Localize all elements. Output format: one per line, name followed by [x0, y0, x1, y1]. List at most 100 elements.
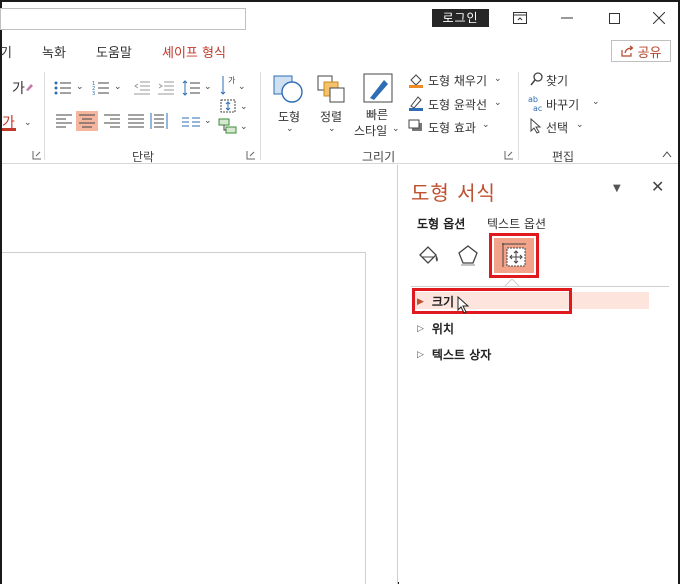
shape-effects-icon[interactable]: [408, 119, 424, 133]
paragraph-group-label: 단락: [132, 150, 155, 164]
shapes-label: 도형: [278, 110, 301, 124]
svg-text:가: 가: [228, 76, 236, 85]
pane-divider: [411, 286, 669, 287]
login-button[interactable]: 로그인: [432, 9, 489, 27]
select-cursor-icon[interactable]: [530, 118, 542, 134]
pane-options-icon[interactable]: ▼: [613, 183, 621, 194]
search-input[interactable]: [0, 8, 246, 30]
mouse-cursor-icon: [457, 296, 470, 314]
numbering-icon[interactable]: 123: [92, 80, 110, 96]
clear-format-icon[interactable]: [24, 82, 34, 92]
bullets-dropdown-icon[interactable]: ⌄: [76, 82, 84, 92]
align-left-icon[interactable]: [56, 114, 72, 128]
smartart-dropdown-icon[interactable]: ⌄: [240, 122, 248, 132]
share-label: 공유: [637, 45, 662, 61]
section-position[interactable]: ▷ 위치: [417, 320, 454, 337]
find-icon[interactable]: [530, 72, 544, 86]
collapse-ribbon-icon[interactable]: [662, 150, 672, 158]
title-bar: 로그인: [0, 2, 678, 34]
shape-fill-label[interactable]: 도형 채우기: [428, 72, 487, 89]
shape-fill-icon[interactable]: [408, 72, 424, 88]
svg-text:ab: ab: [528, 95, 538, 104]
pane-title: 도형 서식: [411, 181, 496, 205]
paragraph-group-launcher-icon[interactable]: [246, 150, 256, 160]
ribbon-display-options-icon[interactable]: [505, 6, 535, 30]
ribbon-tabs: 기 녹화 도움말 셰이프 형식: [0, 36, 678, 66]
increase-indent-icon[interactable]: [158, 80, 174, 96]
size-icon-highlight-frame: [489, 233, 539, 278]
tab-record[interactable]: 녹화: [42, 42, 66, 61]
slide-editor[interactable]: [2, 165, 398, 584]
close-window-icon[interactable]: [644, 6, 674, 30]
shape-effects-label[interactable]: 도형 효과: [428, 119, 476, 136]
section-text-box-label: 텍스트 상자: [431, 348, 492, 362]
columns-icon[interactable]: [182, 116, 200, 128]
replace-dropdown-icon[interactable]: ⌄: [592, 97, 600, 107]
shape-effects-dropdown-icon[interactable]: ⌄: [482, 120, 490, 130]
slide-canvas[interactable]: [2, 252, 366, 584]
effects-pentagon-icon[interactable]: [457, 244, 479, 266]
align-right-icon[interactable]: [104, 114, 120, 128]
columns-dropdown-icon[interactable]: ⌄: [204, 116, 212, 126]
shape-outline-dropdown-icon[interactable]: ⌄: [494, 98, 502, 108]
pane-close-icon[interactable]: ✕: [651, 177, 664, 196]
decrease-indent-icon[interactable]: [134, 80, 150, 96]
quick-styles-icon[interactable]: [362, 72, 394, 104]
tab-partial[interactable]: 기: [0, 42, 12, 61]
app-window: 로그인 기 녹화 도움말 셰이프 형식 공유 가 가 ⌄ ⌄ 1 2 3 ⌄ ⌄…: [0, 0, 680, 584]
ribbon: 가 가 ⌄ ⌄ 123 ⌄ ⌄ 가 ⌄ ⌄ ⌄ ⌄ 단락 도형 ⌄ 정렬 ⌄ 빠…: [2, 66, 678, 164]
tab-shape-format[interactable]: 셰이프 형식: [162, 42, 226, 61]
drawing-group-label: 그리기: [362, 150, 396, 164]
shape-fill-dropdown-icon[interactable]: ⌄: [494, 74, 502, 84]
numbering-dropdown-icon[interactable]: ⌄: [114, 82, 122, 92]
shapes-dropdown-icon[interactable]: ⌄: [286, 124, 294, 134]
align-text-icon[interactable]: [220, 98, 240, 114]
text-direction-icon[interactable]: 가: [220, 74, 238, 96]
smartart-icon[interactable]: [218, 118, 240, 136]
shapes-icon[interactable]: [272, 74, 306, 104]
tab-shape-options[interactable]: 도형 옵션: [417, 215, 465, 232]
tab-text-options[interactable]: 텍스트 옵션: [487, 215, 546, 232]
distributed-icon[interactable]: [150, 112, 168, 130]
drawing-group-launcher-icon[interactable]: [504, 150, 514, 160]
align-text-dropdown-icon[interactable]: ⌄: [240, 102, 248, 112]
align-center-icon[interactable]: [79, 114, 95, 128]
font-glyph-icon[interactable]: 가: [12, 78, 25, 98]
section-text-box[interactable]: ▷ 텍스트 상자: [417, 346, 491, 363]
fill-line-icon[interactable]: [417, 245, 441, 267]
arrange-icon[interactable]: [316, 74, 346, 104]
separator: [44, 72, 45, 160]
justify-icon[interactable]: [128, 114, 144, 128]
separator: [518, 72, 519, 160]
tab-help[interactable]: 도움말: [96, 42, 132, 61]
share-button[interactable]: 공유: [611, 40, 671, 62]
arrange-dropdown-icon[interactable]: ⌄: [328, 124, 336, 134]
font-color-bar: [2, 128, 16, 131]
line-spacing-dropdown-icon[interactable]: ⌄: [204, 82, 212, 92]
section-position-label: 위치: [431, 322, 455, 336]
select-label[interactable]: 선택: [546, 119, 568, 136]
separator: [260, 72, 261, 160]
bullets-icon[interactable]: [54, 80, 72, 96]
line-spacing-icon[interactable]: [182, 80, 200, 96]
quick-styles-label-line2: 스타일: [354, 124, 388, 138]
arrange-label: 정렬: [320, 110, 343, 124]
expand-arrow-icon: ▷: [417, 323, 424, 334]
maximize-icon[interactable]: [599, 6, 629, 30]
size-section-highlight-frame: [412, 288, 572, 314]
editing-group-label: 편집: [552, 150, 575, 164]
shape-outline-icon[interactable]: [408, 95, 424, 111]
text-direction-dropdown-icon[interactable]: ⌄: [238, 82, 246, 92]
svg-text:ac: ac: [533, 104, 542, 112]
minimize-icon[interactable]: [552, 6, 582, 30]
replace-icon[interactable]: abac: [528, 94, 544, 112]
find-label[interactable]: 찾기: [546, 72, 568, 89]
font-color-dropdown-icon[interactable]: ⌄: [24, 118, 32, 128]
shape-outline-label[interactable]: 도형 윤곽선: [428, 96, 487, 113]
font-group-launcher-icon[interactable]: [32, 150, 42, 160]
quick-styles-dropdown-icon[interactable]: ⌄: [392, 124, 400, 134]
select-dropdown-icon[interactable]: ⌄: [576, 120, 584, 130]
format-shape-pane: 도형 서식 ▼ ✕ 도형 옵션 텍스트 옵션 ▶ 크기 ▷ 위치 ▷ 텍스트 상…: [399, 165, 678, 584]
replace-label[interactable]: 바꾸기: [546, 96, 579, 113]
share-icon: [620, 45, 633, 57]
